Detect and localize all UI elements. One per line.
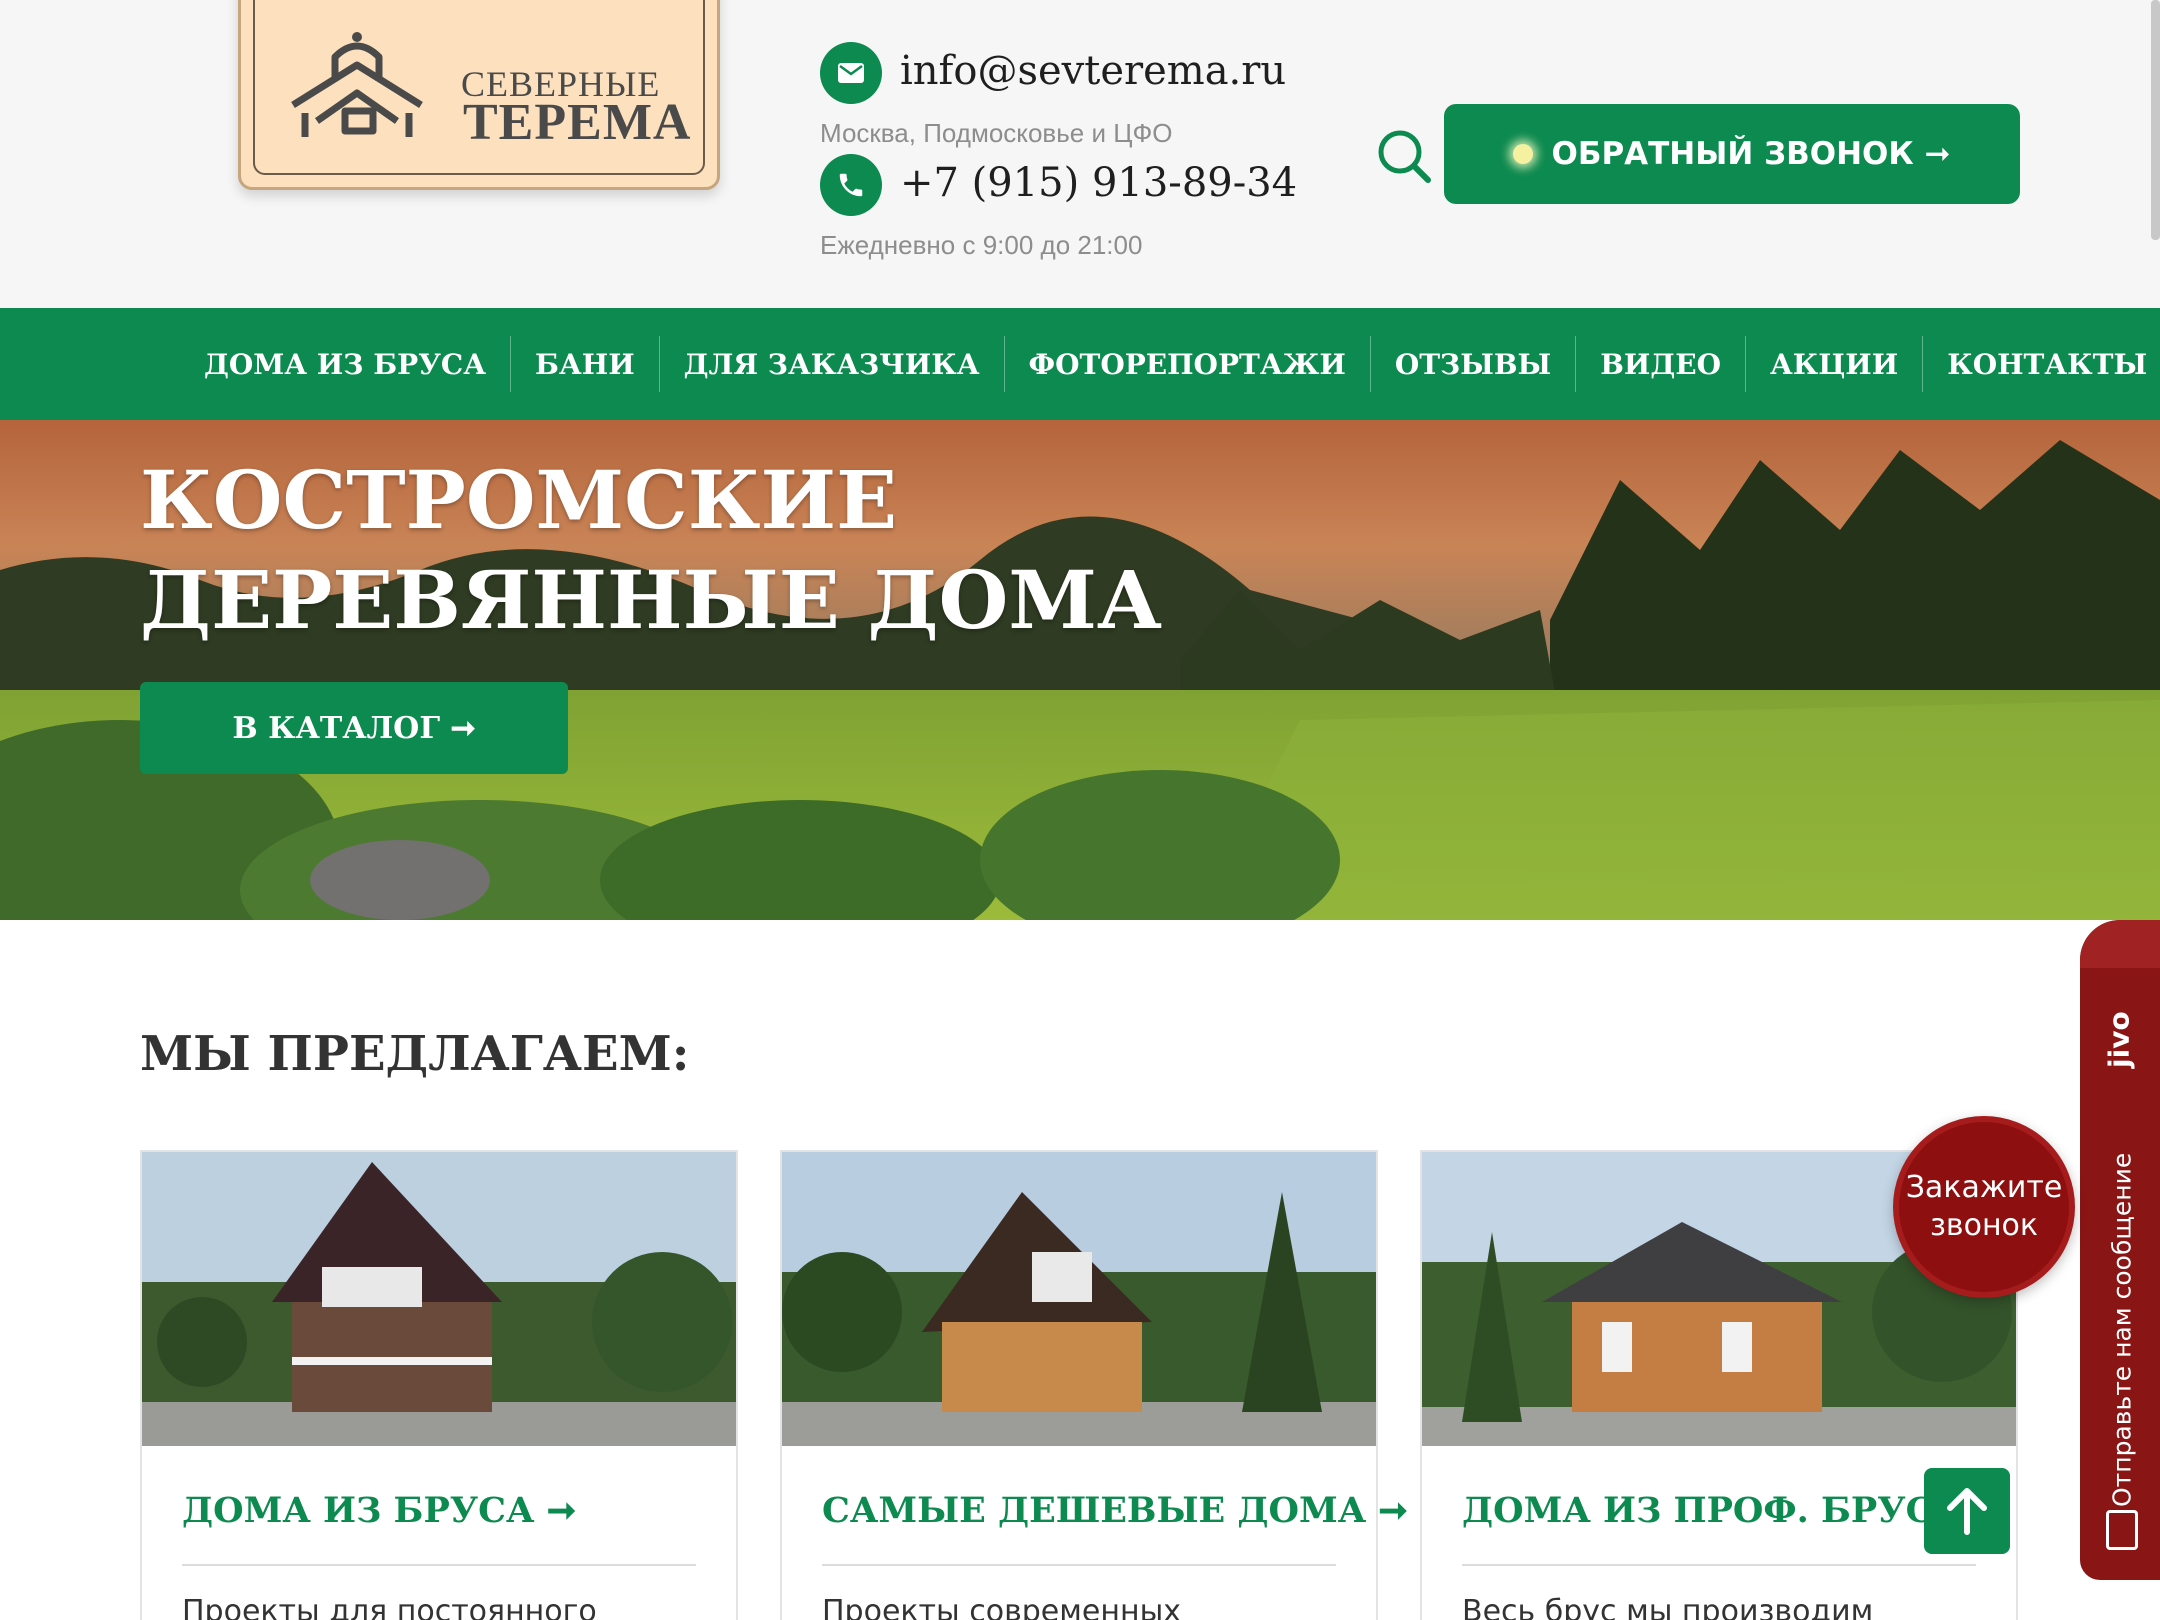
- house-photo-image: [142, 1152, 736, 1446]
- nav-item-houses[interactable]: ДОМА ИЗ БРУСА: [180, 336, 512, 392]
- card-image: [782, 1152, 1376, 1446]
- catalog-button[interactable]: В КАТАЛОГ ➞: [140, 682, 568, 774]
- card-title[interactable]: ДОМА ИЗ ПРОФ. БРУСА ➞: [1462, 1490, 2003, 1531]
- hero-title-line2: ДЕРЕВЯННЫЕ ДОМА: [140, 553, 1163, 647]
- jivo-chat-tab[interactable]: jivo Отправьте нам сообщение: [2080, 920, 2160, 1580]
- working-hours-text: Ежедневно с 9:00 до 21:00: [820, 230, 1143, 260]
- card-divider: [182, 1564, 696, 1566]
- logo-text-line2: ТЕРЕМА: [463, 94, 692, 151]
- nav-item-for-customer[interactable]: ДЛЯ ЗАКАЗЧИКА: [660, 336, 1005, 392]
- chat-icon: [2106, 1510, 2138, 1550]
- house-photo-image: [782, 1152, 1376, 1446]
- search-icon[interactable]: [1374, 126, 1434, 186]
- site-header: СЕВЕРНЫЕ ТЕРЕМА info@sevterema.ru Москва…: [0, 0, 2160, 308]
- arrow-up-icon: [1947, 1488, 1987, 1535]
- hero-title-line1: КОСТРОМСКИЕ: [140, 453, 898, 547]
- offer-card-cheap-houses[interactable]: САМЫЕ ДЕШЕВЫЕ ДОМА ➞ Проекты современных: [780, 1150, 1408, 1620]
- offer-card-houses[interactable]: ДОМА ИЗ БРУСА ➞ Проекты для постоянного: [140, 1150, 738, 1620]
- nav-item-photo-reports[interactable]: ФОТОРЕПОРТАЖИ: [1005, 336, 1371, 392]
- nav-item-contacts[interactable]: КОНТАКТЫ: [1923, 336, 2160, 392]
- card-description: Весь брус мы производим: [1462, 1594, 1874, 1620]
- email-link[interactable]: info@sevterema.ru: [900, 48, 1286, 94]
- page-scrollbar[interactable]: [2151, 0, 2160, 240]
- card-title[interactable]: САМЫЕ ДЕШЕВЫЕ ДОМА ➞: [822, 1490, 1408, 1531]
- order-call-line2: звонок: [1929, 1208, 2039, 1243]
- nav-item-promotions[interactable]: АКЦИИ: [1746, 336, 1924, 392]
- jivo-logo: jivo: [2102, 1011, 2136, 1069]
- card-divider: [822, 1564, 1336, 1566]
- offers-section-title: МЫ ПРЕДЛАГАЕМ:: [140, 1026, 690, 1082]
- email-icon: [820, 42, 882, 104]
- hero-banner: КОСТРОМСКИЕ ДЕРЕВЯННЫЕ ДОМА В КАТАЛОГ ➞: [0, 420, 2160, 920]
- nav-item-saunas[interactable]: БАНИ: [511, 336, 660, 392]
- region-text: Москва, Подмосковье и ЦФО: [820, 118, 1173, 148]
- jivo-tab-top: [2080, 920, 2160, 968]
- glow-dot-icon: [1513, 144, 1534, 164]
- catalog-button-label: В КАТАЛОГ ➞: [232, 710, 476, 746]
- phone-icon: [820, 154, 882, 216]
- nav-item-video[interactable]: ВИДЕО: [1576, 336, 1746, 392]
- order-call-button[interactable]: Закажите звонок: [1893, 1116, 2075, 1298]
- card-image: [142, 1152, 736, 1446]
- jivo-message-label: Отправьте нам сообщение: [2107, 1152, 2137, 1508]
- card-description: Проекты современных: [822, 1594, 1182, 1620]
- nav-item-reviews[interactable]: ОТЗЫВЫ: [1371, 336, 1577, 392]
- scroll-to-top-button[interactable]: [1924, 1468, 2010, 1554]
- main-nav: ДОМА ИЗ БРУСА БАНИ ДЛЯ ЗАКАЗЧИКА ФОТОРЕП…: [0, 308, 2160, 420]
- order-call-line1: Закажите: [1905, 1170, 2063, 1205]
- callback-button[interactable]: ОБРАТНЫЙ ЗВОНОК ➞: [1444, 104, 2020, 204]
- site-logo[interactable]: СЕВЕРНЫЕ ТЕРЕМА: [238, 0, 720, 190]
- card-description: Проекты для постоянного: [182, 1594, 597, 1620]
- hero-title: КОСТРОМСКИЕ ДЕРЕВЯННЫЕ ДОМА: [140, 450, 1162, 650]
- card-divider: [1462, 1564, 1976, 1566]
- house-logo-icon: [291, 32, 423, 137]
- card-title[interactable]: ДОМА ИЗ БРУСА ➞: [182, 1490, 576, 1531]
- phone-link[interactable]: +7 (915) 913-89-34: [900, 160, 1297, 206]
- callback-button-label: ОБРАТНЫЙ ЗВОНОК ➞: [1551, 136, 1951, 172]
